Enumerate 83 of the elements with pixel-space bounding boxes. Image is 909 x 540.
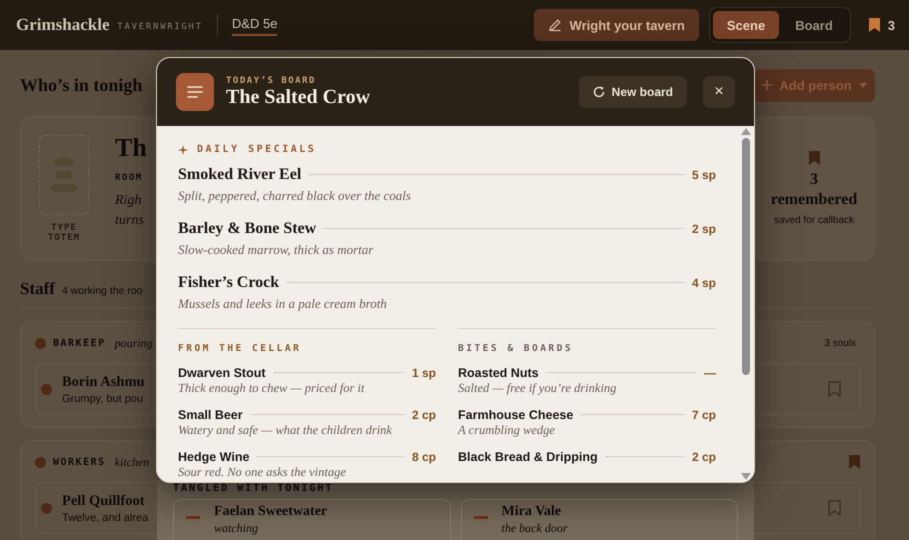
person-card[interactable]: Faelan Sweetwater watching [173, 499, 450, 540]
sparkle-icon [178, 144, 188, 154]
bookmark-count: 3 [888, 18, 895, 32]
staff-note: 4 working the roo [62, 285, 142, 297]
item-description: Watery and safe — what the children drink [178, 423, 393, 438]
person-note: watching [214, 521, 259, 536]
plus-icon [762, 80, 772, 90]
item-description: Split, peppered, charred black over the coals [178, 188, 412, 204]
item-description: Slow-cooked marrow, thick as mortar [178, 242, 374, 258]
item-price: — [704, 366, 716, 380]
item-price: 5 sp [692, 168, 716, 182]
wright-button[interactable]: Wright your tavern [534, 9, 699, 41]
dash-mark [186, 516, 200, 519]
section-heading: Staff [20, 279, 55, 299]
item-name: Black Bread & Dripping [458, 450, 598, 464]
item-name: Roasted Nuts [458, 366, 539, 380]
refresh-icon [592, 86, 605, 98]
item-description: A crumbling wedge [458, 423, 556, 438]
room-description: turns [115, 212, 144, 230]
person-name: Faelan Sweetwater [214, 504, 328, 520]
scrollbar-thumb[interactable] [742, 138, 750, 375]
new-board-button[interactable]: New board [578, 76, 687, 108]
group-count: 3 souls [824, 338, 856, 348]
section-label: BITES & BOARDS [458, 343, 574, 354]
status-dot [35, 456, 46, 468]
section-label: FROM THE CELLAR [178, 343, 302, 354]
app-title: Grimshackle [16, 15, 110, 35]
remembered-count: 3 [810, 171, 818, 189]
item-name: Smoked River Eel [178, 166, 302, 184]
room-description: Righ [115, 192, 142, 210]
item-name: Dwarven Stout [178, 366, 266, 380]
view-tab[interactable]: Board [781, 11, 847, 39]
remembered-label: remembered [770, 191, 858, 209]
item-description: Sour red. No one asks the vintage [178, 465, 347, 480]
person-note: Twelve, and alrea [62, 512, 148, 524]
item-name: Farmhouse Cheese [458, 408, 574, 422]
item-price: 2 cp [692, 450, 716, 464]
status-dot [41, 384, 52, 394]
group-name: BARKEEP [53, 338, 106, 348]
person-name: Mira Vale [502, 504, 562, 520]
item-price: 1 sp [412, 366, 436, 380]
group-note: kitchen [114, 454, 150, 470]
status-dot [41, 502, 52, 514]
totem-label: TYPE TOTEM [46, 223, 82, 243]
modal-title: The Salted Crow [226, 86, 372, 108]
room-title: Th [115, 133, 147, 163]
person-name: Borin Ashmu [62, 374, 145, 390]
app-subtitle: TAVERNWRIGHT [118, 22, 203, 32]
item-price: 2 sp [692, 222, 716, 236]
person-note: Grumpy, but pou [62, 392, 144, 404]
view-tab[interactable]: Scene [712, 11, 780, 39]
section-heading: Who’s in tonigh [20, 74, 142, 96]
modal-eyebrow: TODAY’S BOARD [226, 76, 317, 86]
person-note: the back door [502, 521, 568, 536]
board-icon [176, 73, 214, 111]
item-price: 8 cp [412, 450, 436, 464]
item-price: 4 sp [692, 276, 716, 290]
item-description: Salted — free if you’re drinking [458, 381, 618, 396]
item-description: Mussels and leeks in a pale cream broth [178, 296, 388, 312]
group-name: WORKERS [53, 456, 106, 468]
pencil-icon [548, 18, 562, 32]
caret-icon [858, 82, 867, 88]
remembered-note: saved for callback [774, 215, 854, 226]
item-name: Barley & Bone Stew [178, 220, 316, 238]
section-label: DAILY SPECIALS [197, 144, 316, 155]
item-name: Hedge Wine [178, 450, 250, 464]
status-dot [35, 338, 46, 348]
item-price: 2 cp [412, 408, 436, 422]
person-name: Pell Quillfoot [62, 492, 145, 510]
bookmark-icon [808, 151, 820, 165]
close-button[interactable]: × [703, 76, 735, 108]
room-label: ROOM [115, 173, 143, 183]
section-label: TANGLED WITH TONIGHT [173, 483, 334, 494]
item-name: Small Beer [178, 408, 243, 422]
edition-tab[interactable]: D&D 5e [232, 14, 278, 36]
person-card[interactable]: Mira Vale the back door [460, 499, 738, 540]
item-description: Thick enough to chew — priced for it [178, 381, 366, 396]
scroll-up-icon[interactable] [741, 128, 751, 135]
group-note: pouring [114, 336, 153, 350]
item-name: Fisher’s Crock [178, 274, 280, 292]
item-price: 7 cp [692, 408, 716, 422]
bookmark-icon[interactable] [868, 18, 880, 32]
dash-mark [474, 516, 488, 519]
